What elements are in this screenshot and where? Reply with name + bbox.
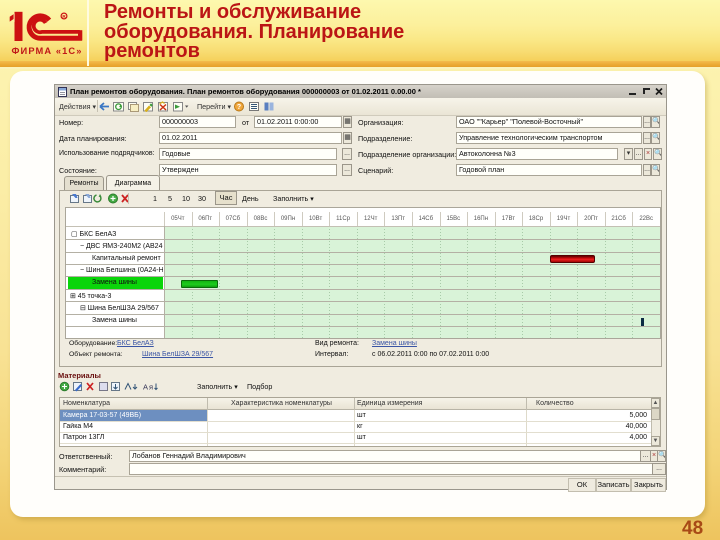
svg-text:?: ?	[237, 104, 241, 111]
svg-text:А: А	[143, 383, 148, 392]
svg-text:я: я	[149, 383, 153, 392]
